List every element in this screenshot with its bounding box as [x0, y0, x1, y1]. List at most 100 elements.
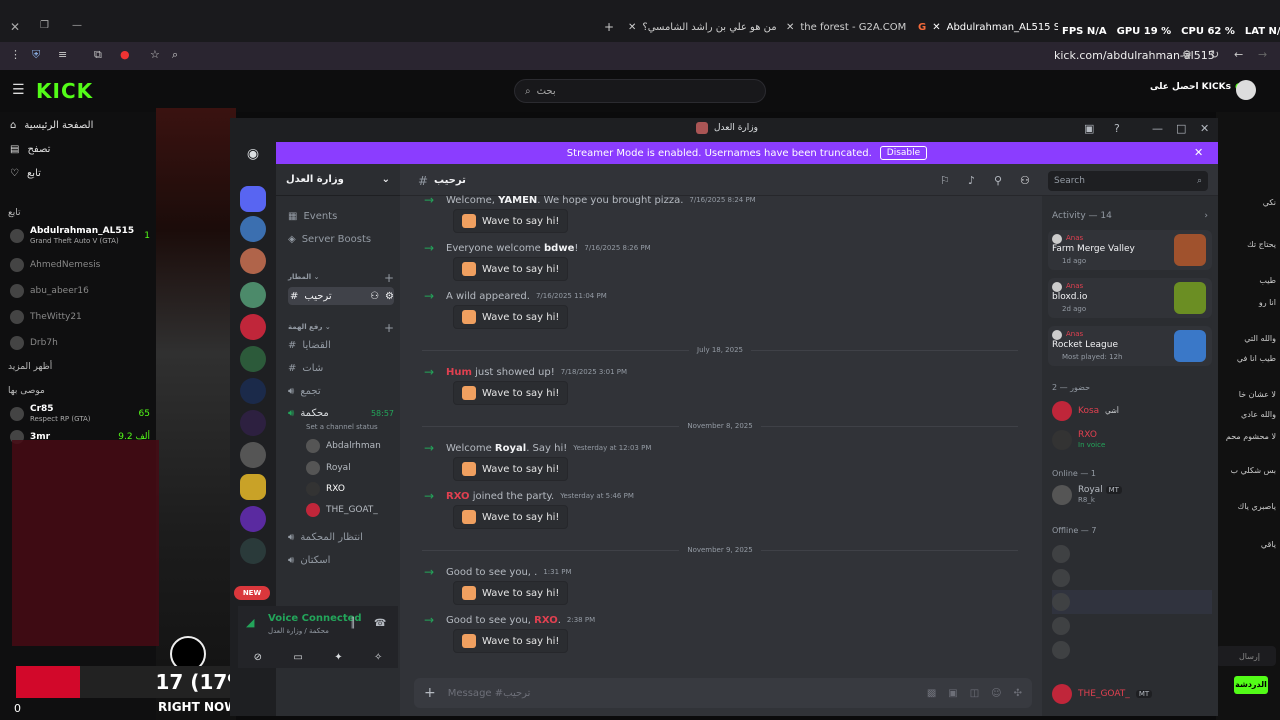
- get-kicks-button[interactable]: احصل على KICKs●: [1150, 82, 1243, 92]
- add-attachment-icon[interactable]: +: [424, 685, 436, 701]
- message-user[interactable]: RXO: [446, 491, 470, 502]
- channel-item[interactable]: Cr85 Respect RP (GTA) 65: [10, 404, 150, 424]
- signal-icon[interactable]: ◢: [246, 616, 254, 629]
- message-user[interactable]: Hum: [446, 367, 472, 378]
- close-icon[interactable]: ✕: [1200, 122, 1209, 135]
- channel-item[interactable]: Abdulrahman_AL515 Grand Theft Auto V (GTA…: [10, 226, 150, 246]
- server-icon[interactable]: [240, 282, 266, 308]
- channel-item[interactable]: # شات: [288, 359, 394, 377]
- tab-2[interactable]: ✕ the forest - G2A.COM: [786, 14, 906, 40]
- noise-suppression-icon[interactable]: ║: [350, 618, 356, 629]
- member-item[interactable]: Royal MT R8_k: [1052, 485, 1122, 505]
- voice-user[interactable]: Royal: [306, 459, 351, 477]
- channel-item[interactable]: 🔊︎ تجمع: [288, 382, 394, 400]
- settings-icon[interactable]: ⚙: [1182, 48, 1192, 61]
- message-user[interactable]: bdwe: [544, 243, 574, 254]
- voice-user[interactable]: Abdalrhman: [306, 437, 381, 455]
- member-item[interactable]: THE_GOAT_ MT: [1052, 684, 1153, 704]
- server-icon[interactable]: [240, 314, 266, 340]
- member-item[interactable]: [1052, 542, 1212, 566]
- show-more-link[interactable]: أظهر المزيد: [8, 362, 52, 372]
- disable-button[interactable]: Disable: [879, 146, 928, 160]
- tab-1[interactable]: ✕ من هو علي بن راشد الشامسي؟: [628, 14, 778, 40]
- activity-icon[interactable]: ✦: [334, 652, 342, 663]
- voice-status-sub[interactable]: محكمة / وزارة العدل: [268, 627, 329, 635]
- wave-button[interactable]: Wave to say hi!: [453, 209, 569, 233]
- nav-home[interactable]: ⌂ الصفحة الرئيسية: [10, 120, 93, 131]
- emoji-icon[interactable]: ☺: [991, 688, 1001, 699]
- soundboard-icon[interactable]: ✧: [374, 652, 382, 663]
- channel-item[interactable]: 🔊︎ اسكتان: [288, 551, 394, 569]
- minimize-icon[interactable]: —: [72, 20, 82, 31]
- record-icon[interactable]: ●: [120, 48, 130, 61]
- voice-user[interactable]: THE_GOAT_: [306, 501, 378, 519]
- wave-button[interactable]: Wave to say hi!: [453, 505, 569, 529]
- server-icon[interactable]: [240, 186, 266, 212]
- maximize-icon[interactable]: □: [1176, 122, 1186, 135]
- events-item[interactable]: ▦ Events: [288, 207, 394, 225]
- member-item[interactable]: [1052, 566, 1212, 590]
- search-icon[interactable]: ⌕: [172, 48, 178, 62]
- help-icon[interactable]: ?: [1114, 122, 1120, 135]
- server-header[interactable]: وزارة العدل ⌄: [276, 164, 400, 196]
- stream-video[interactable]: [156, 108, 236, 720]
- server-icon[interactable]: [240, 538, 266, 564]
- message-composer[interactable]: + Message #ترحيب ▩ ▣ ◫ ☺ ✣: [414, 678, 1032, 708]
- apps-icon[interactable]: ✣: [1014, 688, 1022, 699]
- channel-welcome[interactable]: # ترحيب ⚇ ⚙: [288, 287, 394, 305]
- wave-button[interactable]: Wave to say hi!: [453, 305, 569, 329]
- member-item[interactable]: RXO In voice: [1052, 430, 1105, 450]
- voice-user[interactable]: RXO: [306, 480, 345, 498]
- channel-item[interactable]: # القضايا: [288, 336, 394, 354]
- members-icon[interactable]: ⚇: [1020, 174, 1030, 187]
- restore-icon[interactable]: ❐: [40, 20, 49, 31]
- discord-home-icon[interactable]: ◉: [240, 146, 266, 166]
- minimize-icon[interactable]: —: [1152, 122, 1163, 135]
- member-item[interactable]: Kosa أشي: [1052, 401, 1119, 421]
- threads-icon[interactable]: ⚐: [940, 174, 950, 187]
- close-icon[interactable]: ✕: [10, 20, 20, 34]
- kick-logo[interactable]: KICK: [36, 79, 93, 103]
- invite-icon[interactable]: ⚇: [370, 291, 379, 302]
- member-item[interactable]: [1052, 638, 1212, 662]
- add-channel-icon[interactable]: +: [384, 271, 394, 285]
- chat-input[interactable]: إرسال: [1216, 646, 1276, 666]
- close-icon[interactable]: ✕: [1194, 146, 1203, 159]
- wave-button[interactable]: Wave to say hi!: [453, 629, 569, 653]
- server-icon[interactable]: [240, 410, 266, 436]
- wave-button[interactable]: Wave to say hi!: [453, 581, 569, 605]
- server-icon[interactable]: [240, 378, 266, 404]
- camera-off-icon[interactable]: ⊘: [254, 652, 262, 663]
- wave-button[interactable]: Wave to say hi!: [453, 457, 569, 481]
- gif-icon[interactable]: ▣: [948, 688, 957, 699]
- wave-button[interactable]: Wave to say hi!: [453, 257, 569, 281]
- wave-button[interactable]: Wave to say hi!: [453, 381, 569, 405]
- reload-icon[interactable]: ↻: [1210, 48, 1219, 61]
- extension-icon[interactable]: ⧉: [94, 48, 102, 62]
- sticker-icon[interactable]: ◫: [970, 688, 979, 699]
- close-icon[interactable]: ✕: [932, 22, 940, 33]
- channel-item[interactable]: Drb7h: [10, 336, 150, 350]
- back-icon[interactable]: ←: [1234, 48, 1243, 61]
- member-item[interactable]: [1052, 614, 1212, 638]
- category-header[interactable]: المطار ⌄: [288, 273, 320, 281]
- add-channel-icon[interactable]: +: [384, 321, 394, 335]
- message-user[interactable]: Royal: [495, 443, 526, 454]
- pin-icon[interactable]: ⚲: [994, 174, 1002, 187]
- server-icon[interactable]: [240, 216, 266, 242]
- channel-status-hint[interactable]: Set a channel status: [306, 423, 378, 431]
- server-icon[interactable]: [240, 442, 266, 468]
- nav-following[interactable]: ♡ تابع: [10, 168, 41, 179]
- activity-header[interactable]: Activity — 14 ›: [1052, 211, 1208, 221]
- inbox-icon[interactable]: ▣: [1084, 122, 1094, 135]
- screen-share-icon[interactable]: ▭: [293, 652, 302, 663]
- server-icon[interactable]: [240, 506, 266, 532]
- gear-icon[interactable]: ⚙: [385, 291, 394, 302]
- server-icon[interactable]: [240, 474, 266, 500]
- kick-search-input[interactable]: ⌕ بحث: [514, 79, 766, 103]
- channel-item[interactable]: AhmedNemesis: [10, 258, 150, 272]
- star-icon[interactable]: ☆: [150, 48, 160, 61]
- discord-search-input[interactable]: Search ⌕: [1048, 171, 1208, 191]
- category-header[interactable]: رفع الهمة ⌄: [288, 323, 331, 331]
- channel-item[interactable]: abu_abeer16: [10, 284, 150, 298]
